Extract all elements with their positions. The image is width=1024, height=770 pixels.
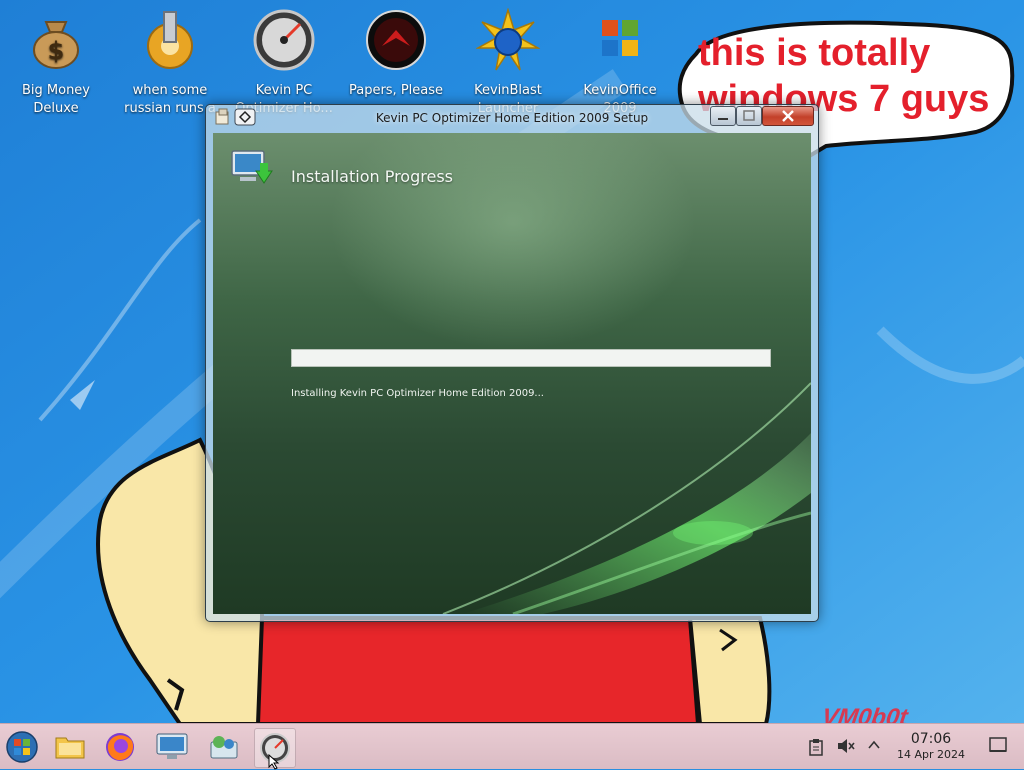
install-status-text: Installing Kevin PC Optimizer Home Editi… bbox=[291, 388, 544, 399]
start-button[interactable] bbox=[2, 728, 42, 766]
desktop-icon-label: Big Money Deluxe bbox=[21, 83, 90, 116]
install-progress-bar bbox=[291, 349, 771, 367]
desktop-icon-kevinoffice[interactable]: KevinOffice 2009 bbox=[566, 8, 674, 118]
close-button[interactable] bbox=[762, 106, 814, 126]
aurora-backdrop bbox=[442, 382, 811, 614]
clock-time[interactable]: 07:06 bbox=[890, 731, 972, 747]
monitor-icon bbox=[156, 733, 188, 759]
chevron-up-icon[interactable] bbox=[866, 738, 882, 752]
desktop-icon-kevin-pc-optimizer[interactable]: Kevin PC Optimizer Ho... bbox=[230, 8, 338, 118]
clock-date[interactable]: 14 Apr 2024 bbox=[890, 748, 972, 761]
svg-text:$: $ bbox=[48, 37, 65, 65]
volume-muted-icon[interactable] bbox=[836, 736, 856, 756]
money-bag-icon: $ bbox=[33, 21, 79, 69]
taskbar-firefox[interactable] bbox=[100, 728, 140, 766]
desktop-icon-big-money-deluxe[interactable]: $ Big Money Deluxe bbox=[2, 8, 110, 118]
close-icon bbox=[782, 110, 794, 122]
minimize-icon bbox=[718, 118, 728, 120]
installer-panel: Installation Progress Installing Kevin P… bbox=[213, 133, 811, 614]
speedometer-icon bbox=[253, 9, 315, 71]
clipboard-icon[interactable] bbox=[808, 738, 824, 756]
maximize-icon bbox=[743, 110, 755, 121]
window-controls bbox=[710, 106, 814, 126]
folder-icon bbox=[55, 737, 85, 759]
maximize-button[interactable] bbox=[736, 106, 762, 126]
stamp-emblem-icon bbox=[366, 10, 426, 70]
minimize-button[interactable] bbox=[710, 106, 736, 126]
starburst-icon bbox=[475, 7, 541, 71]
show-desktop-icon[interactable] bbox=[988, 736, 1008, 754]
taskbar-file-manager[interactable] bbox=[50, 728, 90, 766]
taskbar-remote-desktop[interactable] bbox=[152, 728, 192, 766]
computer-download-icon bbox=[231, 150, 273, 184]
taskbar-control-panel[interactable] bbox=[204, 728, 244, 766]
start-orb-icon bbox=[6, 731, 38, 763]
window-titlebar[interactable]: Kevin PC Optimizer Home Edition 2009 Set… bbox=[206, 105, 818, 131]
control-panel-icon bbox=[210, 736, 238, 759]
installation-heading: Installation Progress bbox=[291, 167, 453, 186]
desktop-icon-papers-please[interactable]: Papers, Please bbox=[342, 8, 450, 118]
office-logo-icon bbox=[602, 20, 638, 56]
gear-icon bbox=[147, 11, 193, 69]
firefox-icon bbox=[106, 733, 134, 761]
desktop-icon-kevinblast-launcher[interactable]: KevinBlast Launcher bbox=[454, 7, 562, 118]
setup-window: Kevin PC Optimizer Home Edition 2009 Set… bbox=[205, 104, 819, 622]
desktop-icon-russian-gear[interactable]: when some russian runs a bbox=[116, 8, 224, 118]
